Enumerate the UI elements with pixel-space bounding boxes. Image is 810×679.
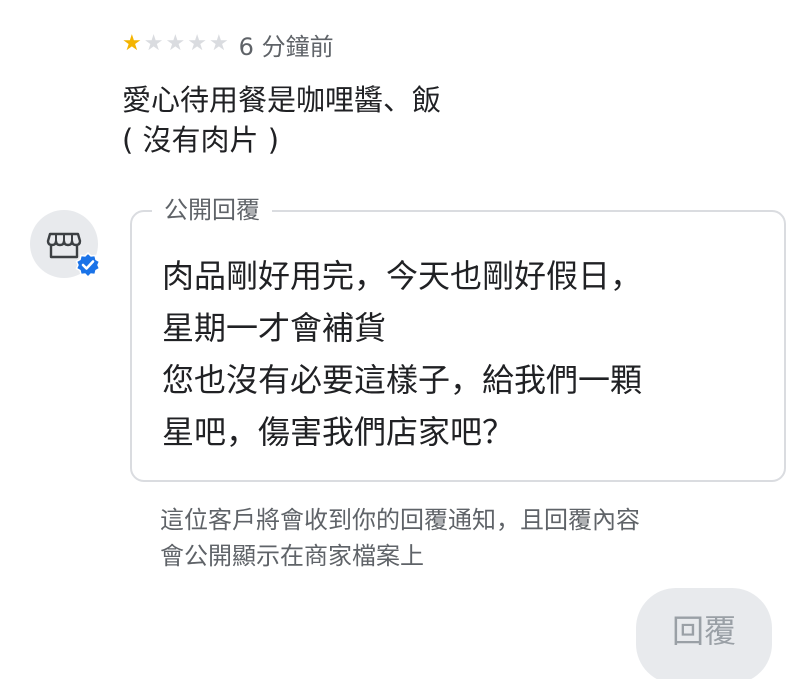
reply-notice-text: 這位客戶將會收到你的回覆通知，且回覆內容 會公開顯示在商家檔案上 (160, 506, 640, 570)
star-filled-icon: ★ (122, 31, 142, 56)
public-reply-label: 公開回覆 (152, 192, 272, 228)
star-empty-icon: ★ (208, 31, 229, 56)
star-empty-icon: ★ (165, 31, 186, 56)
review-reply-page: ★ ★ ★ ★ ★ 6 分鐘前 愛心待用餐是咖哩醬、飯 ( 沒有肉片 ) 公開回覆 肉品… (0, 0, 810, 679)
star-empty-icon: ★ (143, 31, 164, 56)
public-reply-text[interactable]: 肉品剛好用完，今天也剛好假日， 星期一才會補貨 您也沒有必要這樣子，給我們一顆 … (162, 250, 762, 458)
review-rating-row: ★ ★ ★ ★ ★ 6 分鐘前 (122, 26, 334, 62)
business-avatar (30, 210, 101, 278)
star-rating: ★ ★ ★ ★ ★ (122, 33, 229, 55)
reply-button[interactable]: 回覆 (636, 588, 772, 679)
verified-check-icon (75, 252, 101, 278)
review-text: 愛心待用餐是咖哩醬、飯 ( 沒有肉片 ) (122, 83, 442, 157)
public-reply-field[interactable]: 公開回覆 肉品剛好用完，今天也剛好假日， 星期一才會補貨 您也沒有必要這樣子，給… (130, 192, 786, 482)
review-timestamp: 6 分鐘前 (238, 32, 334, 61)
star-empty-icon: ★ (187, 31, 207, 56)
